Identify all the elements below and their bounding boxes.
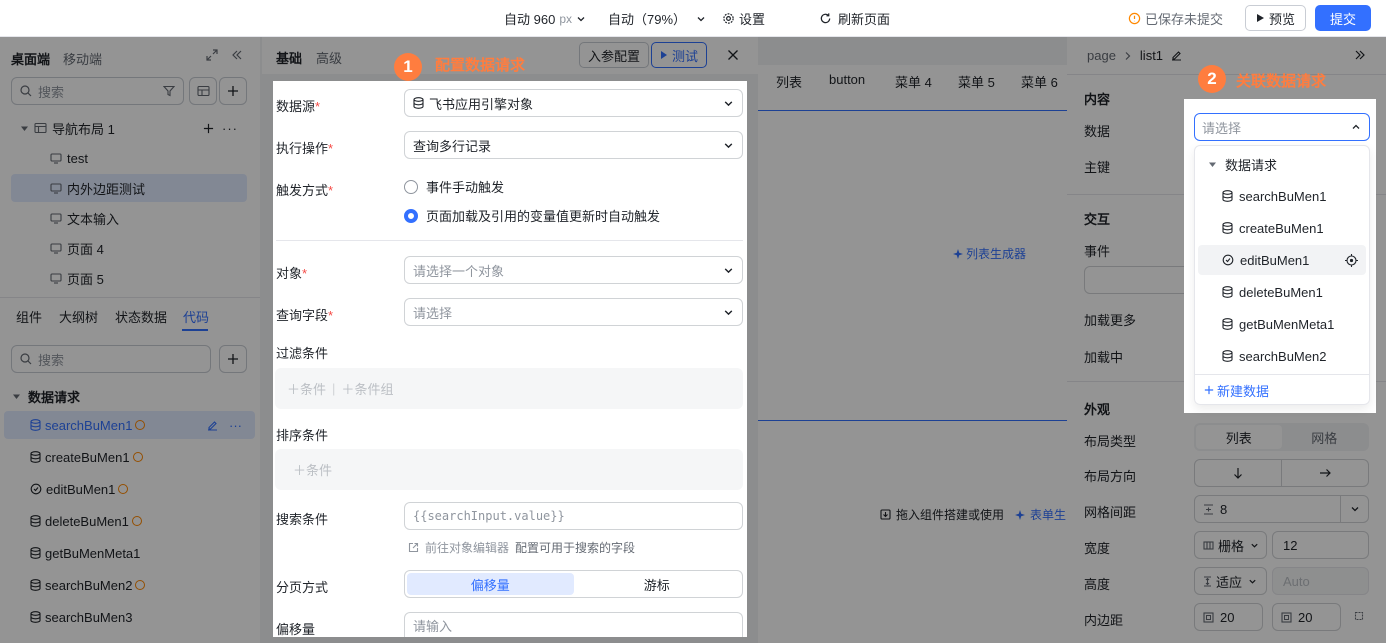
dropdown-option[interactable]: searchBuMen1 (1198, 181, 1366, 211)
divider (1195, 374, 1369, 375)
trigger-option-manual[interactable]: 事件手动触发 (404, 177, 504, 196)
search-condition-label: 搜索条件 (276, 512, 329, 527)
sort-label: 排序条件 (276, 428, 329, 443)
paging-label: 分页方式 (276, 580, 329, 595)
paging-cursor-option[interactable]: 游标 (574, 573, 741, 595)
dim-overlay (747, 81, 1184, 643)
database-icon (1222, 350, 1233, 362)
data-request-config-form: 数据源* 飞书应用引擎对象 执行操作* 查询多行记录 触发方式* 事件手动触发 … (273, 81, 747, 637)
filter-conditions-area: ＋条件 | ＋条件组 (275, 368, 743, 409)
search-condition-input[interactable]: {{searchInput.value}} (404, 502, 743, 530)
data-select-input[interactable]: 请选择 (1194, 113, 1370, 141)
add-condition-button[interactable]: ＋条件 (287, 379, 326, 398)
data-source-dropdown: 请选择 数据请求 searchBuMen1 createBuMen1 editB… (1184, 99, 1376, 413)
database-icon (413, 97, 424, 109)
sort-conditions-area: ＋条件 (275, 449, 743, 490)
radio-checked[interactable] (404, 208, 418, 223)
dim-overlay (273, 637, 747, 643)
database-icon (1222, 190, 1233, 202)
step-callout-2: 关联数据请求 (1236, 73, 1327, 90)
caret-down-icon (1208, 160, 1217, 169)
step-badge-2: 2 (1198, 65, 1226, 93)
dropdown-group-header[interactable]: 数据请求 (1208, 153, 1277, 175)
dim-overlay (1184, 413, 1386, 643)
dim-overlay (0, 81, 273, 643)
dropdown-option[interactable]: createBuMen1 (1198, 213, 1366, 243)
play-icon (1256, 13, 1265, 23)
canvas-zoom-select[interactable]: 自动（79%） (608, 9, 706, 28)
offset-input[interactable]: 请输入 (404, 612, 743, 637)
dropdown-option-hovered[interactable]: editBuMen1 (1198, 245, 1366, 275)
trigger-label: 触发方式* (276, 183, 334, 198)
operation-select[interactable]: 查询多行记录 (404, 131, 743, 159)
add-condition-group-button[interactable]: ＋条件组 (341, 379, 393, 398)
locate-icon[interactable] (1345, 253, 1358, 267)
paging-offset-option[interactable]: 偏移量 (407, 573, 574, 595)
gear-icon (722, 12, 735, 25)
submit-button[interactable]: 提交 (1315, 5, 1371, 31)
datasource-select[interactable]: 飞书应用引擎对象 (404, 89, 743, 117)
trigger-option-auto[interactable]: 页面加载及引用的变量值更新时自动触发 (404, 206, 660, 225)
chevron-up-icon (1351, 122, 1361, 132)
dropdown-option[interactable]: searchBuMen2 (1198, 341, 1366, 371)
database-icon (1222, 286, 1233, 298)
chevron-down-icon (723, 98, 734, 109)
new-data-button[interactable]: 新建数据 (1204, 380, 1269, 400)
database-icon (1222, 222, 1233, 234)
warning-icon (1128, 12, 1141, 25)
chevron-down-icon (723, 307, 734, 318)
query-fields-label: 查询字段* (276, 308, 334, 323)
save-status: 已保存未提交 (1128, 9, 1223, 28)
database-icon (1222, 318, 1233, 330)
chevron-down-icon (576, 14, 586, 24)
dim-overlay (1376, 99, 1386, 413)
dropdown-option[interactable]: getBuMenMeta1 (1198, 309, 1366, 339)
datasource-label: 数据源* (276, 99, 321, 114)
top-toolbar: 自动 960 px 自动（79%） 设置 刷新页面 已保存未提交 预览 提交 (0, 0, 1386, 37)
dropdown-option[interactable]: deleteBuMen1 (1198, 277, 1366, 307)
search-hint: 前往对象编辑器 配置可用于搜索的字段 (408, 539, 635, 556)
step-callout-1: 配置数据请求 (435, 57, 526, 74)
external-link-icon (408, 542, 419, 553)
query-fields-select[interactable]: 请选择 (404, 298, 743, 326)
step-badge-1: 1 (394, 53, 422, 81)
object-select[interactable]: 请选择一个对象 (404, 256, 743, 284)
object-editor-link[interactable]: 前往对象编辑器 (425, 539, 509, 556)
refresh-icon (819, 12, 832, 25)
canvas-width-select[interactable]: 自动 960 px (504, 9, 586, 28)
filter-label: 过滤条件 (276, 346, 329, 361)
divider (276, 240, 743, 241)
paging-mode-toggle[interactable]: 偏移量 游标 (404, 570, 743, 598)
operation-label: 执行操作* (276, 141, 334, 156)
refresh-page-button[interactable]: 刷新页面 (819, 9, 890, 28)
edit-request-icon (1222, 254, 1234, 266)
chevron-down-icon (723, 140, 734, 151)
chevron-down-icon (696, 14, 706, 24)
settings-button[interactable]: 设置 (722, 9, 765, 28)
chevron-down-icon (723, 265, 734, 276)
offset-label: 偏移量 (276, 622, 316, 637)
add-sort-condition-button[interactable]: ＋条件 (293, 460, 332, 479)
radio-unchecked[interactable] (404, 179, 418, 194)
preview-button[interactable]: 预览 (1245, 5, 1307, 31)
object-label: 对象* (276, 266, 308, 281)
dim-overlay (0, 37, 1386, 81)
plus-icon (1204, 385, 1214, 395)
